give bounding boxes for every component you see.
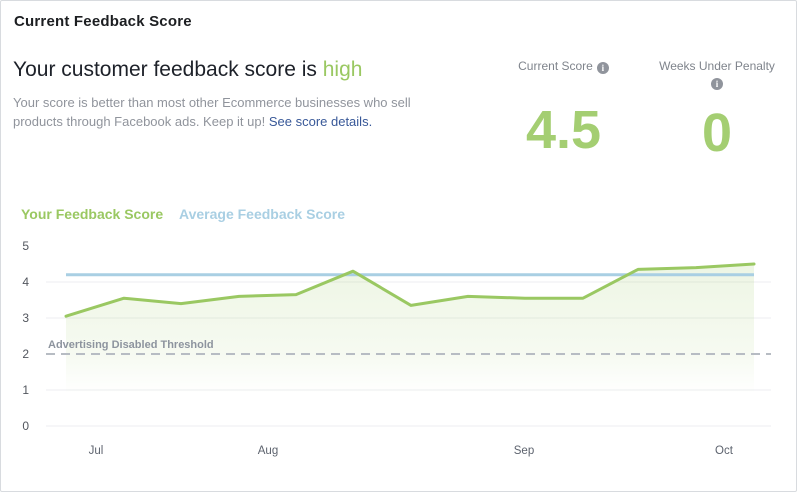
current-score-label: Current Score [518,59,593,73]
weeks-under-penalty-stat: Weeks Under Penalty 0 [651,59,783,165]
y-axis-tick: 2 [22,347,29,361]
score-description: Your score is better than most other Eco… [13,93,458,131]
card-title: Current Feedback Score [14,13,192,30]
see-score-details-link[interactable]: See score details. [269,114,372,129]
weeks-under-penalty-value: 0 [651,101,783,165]
weeks-under-penalty-label: Weeks Under Penalty [651,59,783,74]
current-score-label-row: Current Score [491,59,636,74]
info-icon[interactable] [711,78,723,90]
y-axis-tick: 5 [22,239,29,253]
current-score-value: 4.5 [491,98,636,162]
threshold-label: Advertising Disabled Threshold [48,339,214,351]
score-heading: Your customer feedback score is high [13,58,473,82]
score-heading-highlight: high [323,58,363,81]
y-axis-tick: 1 [22,383,29,397]
feedback-score-card: Current Feedback Score Your customer fee… [0,0,797,492]
y-axis-tick: 4 [22,275,29,289]
x-axis-label: Oct [715,445,734,457]
hero-section: Your customer feedback score is high You… [13,58,473,131]
x-axis-label: Jul [89,445,104,457]
info-icon[interactable] [597,62,609,74]
feedback-score-chart-svg: Advertising Disabled Threshold 0 1 2 3 4 5 Jul A… [1,236,797,491]
x-axis-label: Sep [514,445,534,457]
feedback-score-chart: Advertising Disabled Threshold 0 1 2 3 4 5 Jul A… [1,236,797,491]
x-axis-label: Aug [258,445,278,457]
legend-your-feedback-score[interactable]: Your Feedback Score [21,206,163,222]
score-heading-text: Your customer feedback score is [13,58,323,81]
y-axis-tick: 0 [22,419,29,433]
weeks-under-penalty-icon-row [651,76,783,90]
current-score-stat: Current Score 4.5 [491,59,636,162]
legend-average-feedback-score[interactable]: Average Feedback Score [179,206,345,222]
y-axis-tick: 3 [22,311,29,325]
